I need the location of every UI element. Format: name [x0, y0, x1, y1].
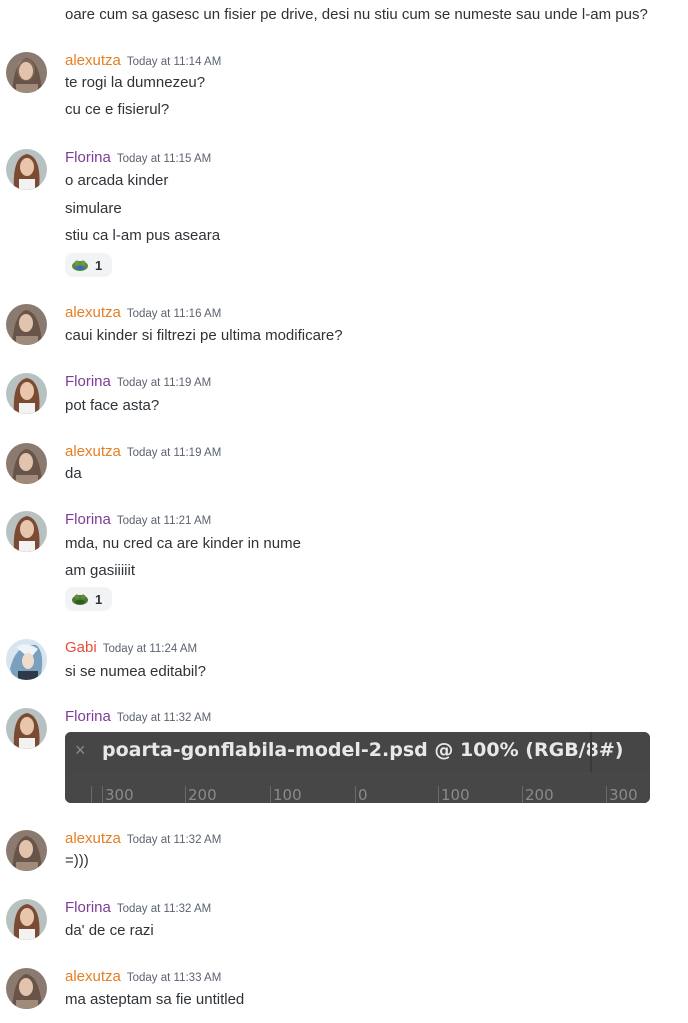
timestamp: Today at 11:15 AM: [116, 153, 212, 165]
author-name[interactable]: alexutza: [65, 443, 121, 460]
message-text: o arcada kinder: [65, 172, 169, 189]
message-text: stiu ca l-am pus aseara: [65, 227, 221, 244]
ruler-label: 0: [358, 786, 368, 803]
ruler-label: 200: [188, 786, 217, 803]
avatar[interactable]: [6, 52, 47, 93]
timestamp: Today at 11:33 AM: [126, 972, 222, 984]
ps-tab: × poarta-gonflabila-model-2.psd @ 100% (…: [65, 732, 650, 772]
ruler-tick: [185, 786, 186, 803]
reaction-count: 1: [95, 591, 103, 607]
avatar[interactable]: [6, 708, 47, 749]
avatar[interactable]: [6, 830, 47, 871]
message-header: Florina Today at 11:19 AM: [65, 373, 211, 391]
message-header: alexutza Today at 11:33 AM: [65, 968, 221, 986]
message-header: alexutza Today at 11:14 AM: [65, 52, 221, 70]
avatar[interactable]: [6, 639, 47, 680]
message-header: Florina Today at 11:32 AM: [65, 899, 211, 917]
timestamp: Today at 11:32 AM: [126, 834, 222, 846]
message-text: cu ce e fisierul?: [65, 101, 170, 118]
author-name[interactable]: alexutza: [65, 304, 121, 321]
ruler-label: 100: [441, 786, 470, 803]
tab-divider: [590, 732, 592, 772]
message-text: pot face asta?: [65, 397, 160, 414]
message-header: alexutza Today at 11:16 AM: [65, 304, 221, 322]
author-name[interactable]: Gabi: [65, 639, 97, 656]
document-tab-title: poarta-gonflabila-model-2.psd @ 100% (RG…: [102, 739, 624, 761]
message-text: am gasiiiiit: [65, 562, 136, 579]
message-text: simulare: [65, 200, 122, 217]
avatar[interactable]: [6, 511, 47, 552]
image-attachment[interactable]: × poarta-gonflabila-model-2.psd @ 100% (…: [65, 732, 650, 803]
message-text: caui kinder si filtrezi pe ultima modifi…: [65, 327, 343, 344]
ruler-tick: [355, 786, 356, 803]
ruler-label: 200: [525, 786, 554, 803]
message-header: alexutza Today at 11:19 AM: [65, 443, 221, 461]
avatar[interactable]: [6, 304, 47, 345]
author-name[interactable]: Florina: [65, 373, 111, 390]
message-text: si se numea editabil?: [65, 663, 206, 680]
previous-message-text: oare cum sa gasesc un fisier pe drive, d…: [65, 6, 648, 23]
timestamp: Today at 11:19 AM: [126, 447, 222, 459]
message-header: Florina Today at 11:32 AM: [65, 708, 211, 726]
timestamp: Today at 11:16 AM: [126, 308, 222, 320]
timestamp: Today at 11:24 AM: [102, 643, 198, 655]
ruler-tick: [102, 786, 103, 803]
message-text: =))): [65, 852, 89, 869]
author-name[interactable]: Florina: [65, 511, 111, 528]
timestamp: Today at 11:21 AM: [116, 515, 212, 527]
reaction-button[interactable]: 1: [65, 253, 112, 277]
message-text: da' de ce razi: [65, 922, 154, 939]
ruler-label: 300: [609, 786, 638, 803]
timestamp: Today at 11:14 AM: [126, 56, 222, 68]
ruler-tick: [438, 786, 439, 803]
ruler-tick: [91, 786, 92, 803]
message-text: da: [65, 465, 82, 482]
avatar[interactable]: [6, 443, 47, 484]
author-name[interactable]: alexutza: [65, 830, 121, 847]
author-name[interactable]: Florina: [65, 899, 111, 916]
message-header: Gabi Today at 11:24 AM: [65, 639, 197, 657]
ruler-tick: [270, 786, 271, 803]
message-header: alexutza Today at 11:32 AM: [65, 830, 221, 848]
reaction-count: 1: [95, 257, 103, 273]
author-name[interactable]: alexutza: [65, 968, 121, 985]
message-text: te rogi la dumnezeu?: [65, 74, 206, 91]
frog-icon: [72, 260, 88, 271]
author-name[interactable]: Florina: [65, 149, 111, 166]
timestamp: Today at 11:32 AM: [116, 712, 212, 724]
reaction-button[interactable]: 1: [65, 587, 112, 611]
ruler-label: 100: [273, 786, 302, 803]
message-header: Florina Today at 11:21 AM: [65, 511, 211, 529]
message-text: ma asteptam sa fie untitled: [65, 991, 245, 1008]
ruler-tick: [522, 786, 523, 803]
timestamp: Today at 11:32 AM: [116, 903, 212, 915]
message-text: mda, nu cred ca are kinder in nume: [65, 535, 301, 552]
timestamp: Today at 11:19 AM: [116, 377, 212, 389]
avatar[interactable]: [6, 373, 47, 414]
frog-icon: [72, 594, 88, 605]
author-name[interactable]: Florina: [65, 708, 111, 725]
message-header: Florina Today at 11:15 AM: [65, 149, 211, 167]
avatar[interactable]: [6, 899, 47, 940]
author-name[interactable]: alexutza: [65, 52, 121, 69]
avatar[interactable]: [6, 968, 47, 1009]
close-icon: ×: [75, 740, 86, 760]
ruler-tick: [606, 786, 607, 803]
ruler: 300 200 100 0 100 200 300: [65, 772, 650, 803]
ruler-label: 300: [105, 786, 134, 803]
avatar[interactable]: [6, 149, 47, 190]
